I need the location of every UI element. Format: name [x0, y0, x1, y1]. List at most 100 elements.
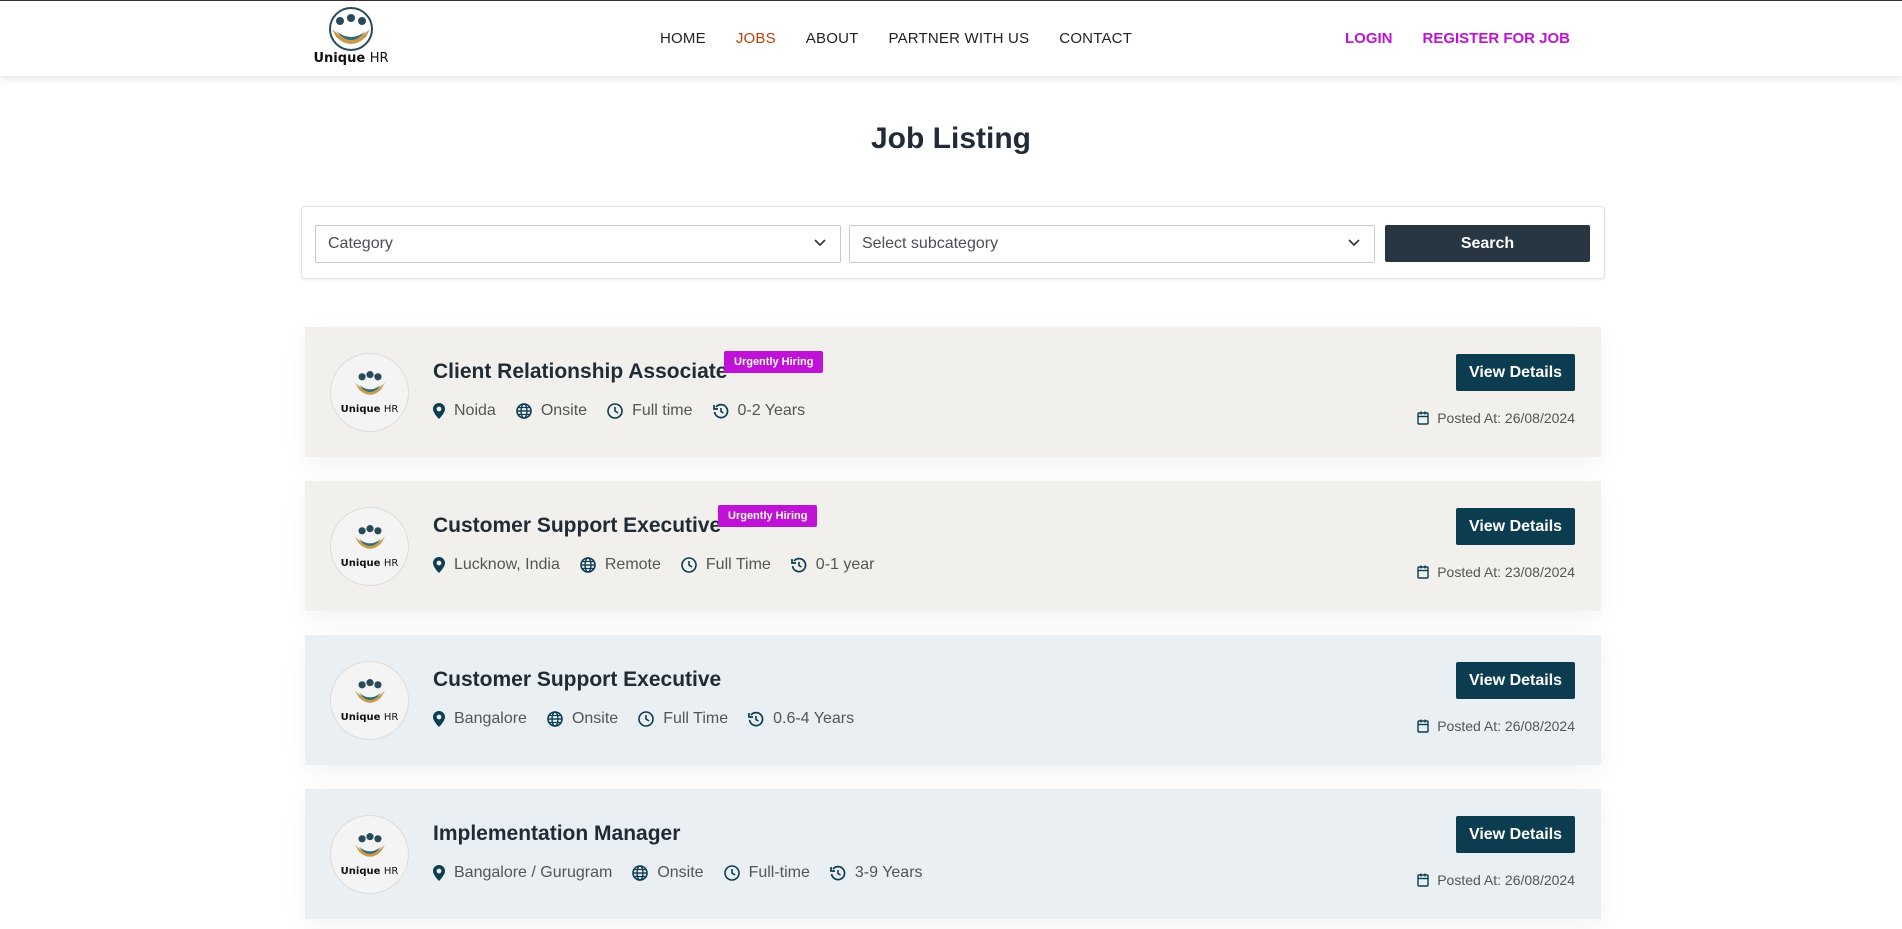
job-type: Full time: [607, 402, 693, 420]
map-pin-icon: [433, 865, 445, 881]
nav-partner-with-us[interactable]: PARTNER WITH US: [888, 30, 1029, 47]
job-type-text: Full-time: [748, 864, 810, 881]
logo-icon: [329, 7, 373, 51]
job-title[interactable]: Customer Support Executive: [433, 668, 721, 692]
calendar-icon: [1417, 565, 1429, 579]
job-location-text: Noida: [454, 402, 496, 419]
job-mode: Onsite: [516, 402, 587, 420]
job-type: Full Time: [638, 710, 728, 728]
job-mode-text: Onsite: [540, 402, 588, 419]
job-card: Unique HR Customer Support Executive Urg…: [305, 481, 1601, 611]
clock-icon: [607, 403, 623, 419]
clock-icon: [638, 711, 655, 727]
avatar-wordmark: Unique HR: [340, 404, 399, 415]
nav-about[interactable]: ABOUT: [806, 30, 859, 47]
job-meta: Noida Onsite Full time 0-2 Years: [433, 402, 825, 420]
view-details-button[interactable]: View Details: [1456, 354, 1575, 391]
clock-icon: [723, 865, 740, 881]
job-type-text: Full Time: [705, 556, 771, 573]
globe-icon: [632, 865, 649, 881]
job-mode-text: Onsite: [571, 710, 619, 727]
avatar-wordmark: Unique HR: [340, 558, 399, 569]
job-experience-text: 0.6-4 Years: [773, 710, 855, 727]
map-pin-icon: [433, 557, 445, 573]
job-meta: Bangalore Onsite Full Time 0.6-4 Years: [433, 710, 874, 728]
view-details-button[interactable]: View Details: [1456, 816, 1575, 853]
posted-date: Posted At: 26/08/2024: [1417, 410, 1575, 426]
job-card: Unique HR Implementation Manager Bangalo…: [305, 789, 1601, 919]
job-type: Full Time: [681, 556, 771, 574]
chevron-down-icon: [814, 239, 826, 247]
company-avatar: Unique HR: [330, 353, 409, 432]
job-location-text: Lucknow, India: [454, 556, 560, 573]
job-meta: Lucknow, India Remote Full Time 0-1 year: [433, 556, 895, 574]
posted-date: Posted At: 26/08/2024: [1417, 718, 1575, 734]
brand-logo[interactable]: Unique HR: [309, 7, 393, 73]
job-location-text: Bangalore / Gurugram: [454, 864, 613, 881]
map-pin-icon: [433, 711, 445, 727]
nav-home[interactable]: HOME: [660, 30, 706, 47]
posted-date: Posted At: 26/08/2024: [1417, 872, 1575, 888]
job-location: Bangalore / Gurugram: [433, 864, 612, 882]
posted-date-text: Posted At: 26/08/2024: [1437, 872, 1575, 888]
job-mode-text: Onsite: [657, 864, 704, 881]
job-meta: Bangalore / Gurugram Onsite Full-time 3-…: [433, 864, 943, 882]
chevron-down-icon: [1348, 239, 1360, 247]
job-experience: 0-1 year: [790, 556, 875, 574]
category-select[interactable]: Category: [315, 225, 841, 263]
job-experience-text: 3-9 Years: [854, 864, 923, 881]
nav-jobs[interactable]: JOBS: [736, 30, 776, 47]
job-mode: Remote: [580, 556, 661, 574]
job-location: Noida: [433, 402, 496, 420]
job-experience: 0-2 Years: [712, 402, 806, 420]
job-type-text: Full time: [632, 402, 693, 419]
company-avatar: Unique HR: [330, 815, 409, 894]
calendar-icon: [1417, 873, 1429, 887]
job-title[interactable]: Implementation Manager: [433, 822, 680, 846]
history-icon: [748, 711, 764, 727]
job-experience-text: 0-1 year: [815, 556, 875, 573]
company-avatar: Unique HR: [330, 507, 409, 586]
job-title[interactable]: Client Relationship Associate: [433, 360, 727, 384]
job-title[interactable]: Customer Support Executive: [433, 514, 721, 538]
history-icon: [830, 865, 846, 881]
posted-date-text: Posted At: 26/08/2024: [1437, 718, 1575, 734]
top-navbar: Unique HR HOME JOBS ABOUT PARTNER WITH U…: [0, 0, 1902, 76]
job-mode: Onsite: [632, 864, 704, 882]
subcategory-select[interactable]: Select subcategory: [849, 225, 1375, 263]
job-location: Bangalore: [433, 710, 527, 728]
map-pin-icon: [433, 403, 445, 419]
search-button[interactable]: Search: [1385, 225, 1590, 262]
register-link[interactable]: REGISTER FOR JOB: [1423, 30, 1571, 47]
urgent-badge: Urgently Hiring: [718, 505, 818, 527]
job-mode-text: Remote: [604, 556, 661, 573]
job-experience: 3-9 Years: [830, 864, 923, 882]
calendar-icon: [1417, 719, 1429, 733]
globe-icon: [516, 403, 532, 419]
logo-icon: [354, 525, 386, 549]
job-mode: Onsite: [547, 710, 618, 728]
nav-contact[interactable]: CONTACT: [1059, 30, 1132, 47]
posted-date: Posted At: 23/08/2024: [1417, 564, 1575, 580]
avatar-wordmark: Unique HR: [340, 712, 399, 723]
logo-icon: [354, 371, 386, 395]
view-details-button[interactable]: View Details: [1456, 508, 1575, 545]
job-experience-text: 0-2 Years: [737, 402, 806, 419]
job-experience: 0.6-4 Years: [748, 710, 854, 728]
subcategory-select-value: Select subcategory: [862, 235, 999, 252]
clock-icon: [681, 557, 697, 573]
job-location: Lucknow, India: [433, 556, 560, 574]
view-details-button[interactable]: View Details: [1456, 662, 1575, 699]
logo-icon: [354, 679, 386, 703]
calendar-icon: [1417, 411, 1429, 425]
posted-date-text: Posted At: 26/08/2024: [1437, 410, 1575, 426]
history-icon: [712, 403, 728, 419]
job-filter-bar: Category Select subcategory Search: [301, 206, 1605, 279]
history-icon: [790, 557, 807, 573]
job-card: Unique HR Client Relationship Associate …: [305, 327, 1601, 457]
login-link[interactable]: LOGIN: [1345, 30, 1393, 47]
job-type: Full-time: [723, 864, 810, 882]
category-select-value: Category: [328, 235, 393, 252]
job-location-text: Bangalore: [454, 710, 527, 727]
auth-links: LOGIN REGISTER FOR JOB: [1345, 30, 1600, 47]
